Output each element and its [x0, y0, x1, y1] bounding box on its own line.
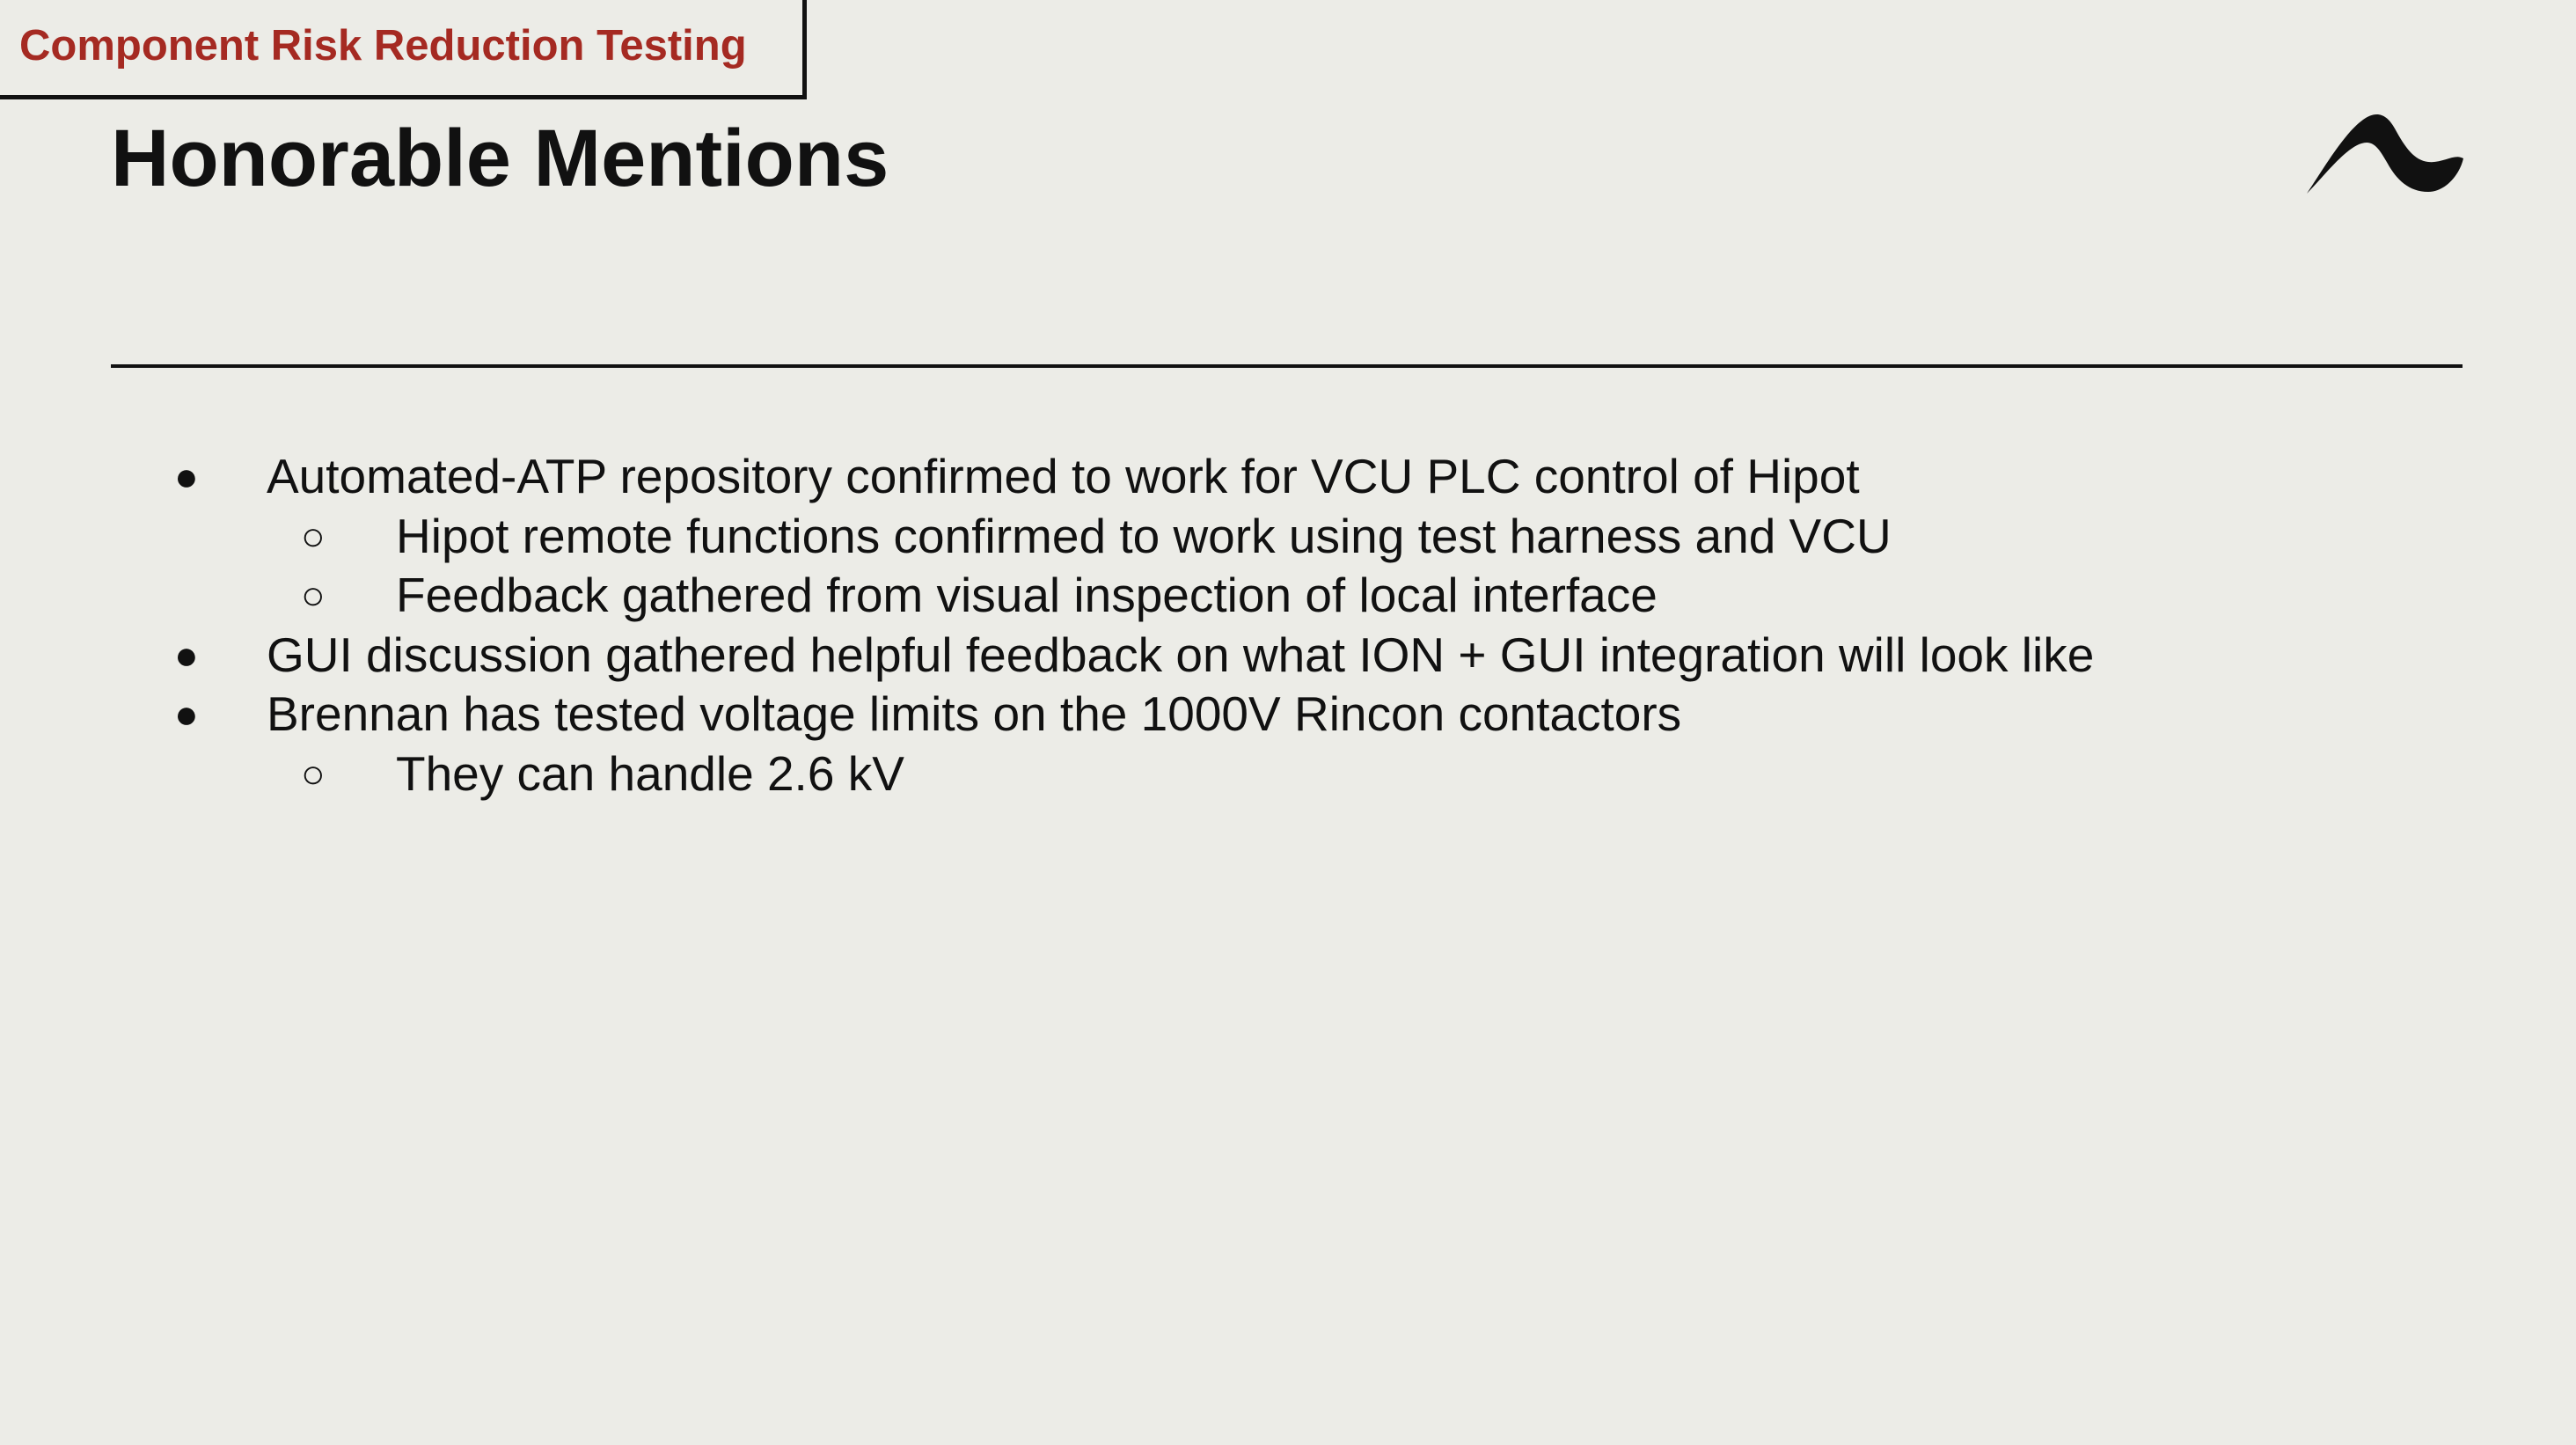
list-item: ○ They can handle 2.6 kV	[0, 745, 2576, 804]
bullet-list: ● Automated-ATP repository confirmed to …	[0, 447, 2576, 803]
bullet-marker: ●	[174, 691, 199, 737]
list-item: ● Automated-ATP repository confirmed to …	[0, 447, 2576, 507]
section-tag-label: Component Risk Reduction Testing	[19, 22, 747, 70]
section-tag: Component Risk Reduction Testing	[0, 0, 807, 99]
list-item: ● Brennan has tested voltage limits on t…	[0, 685, 2576, 745]
list-item-text: They can handle 2.6 kV	[396, 745, 904, 801]
list-item: ● GUI discussion gathered helpful feedba…	[0, 626, 2576, 686]
list-item-text: Hipot remote functions confirmed to work…	[396, 508, 1892, 563]
list-item: ○ Feedback gathered from visual inspecti…	[0, 566, 2576, 626]
title-divider	[111, 364, 2463, 368]
wave-arch-logo-icon	[2305, 106, 2465, 197]
list-item-text: Automated-ATP repository confirmed to wo…	[267, 449, 1860, 503]
list-item-text: Feedback gathered from visual inspection…	[396, 568, 1658, 622]
sub-bullet-marker: ○	[301, 750, 326, 796]
bullet-marker: ●	[174, 453, 199, 499]
page-title: Honorable Mentions	[111, 114, 889, 203]
list-item-text: Brennan has tested voltage limits on the…	[267, 686, 1682, 741]
bullet-marker: ●	[174, 631, 199, 678]
sub-bullet-marker: ○	[301, 512, 326, 559]
list-item: ○ Hipot remote functions confirmed to wo…	[0, 507, 2576, 567]
sub-bullet-marker: ○	[301, 572, 326, 618]
list-item-text: GUI discussion gathered helpful feedback…	[267, 627, 2095, 682]
